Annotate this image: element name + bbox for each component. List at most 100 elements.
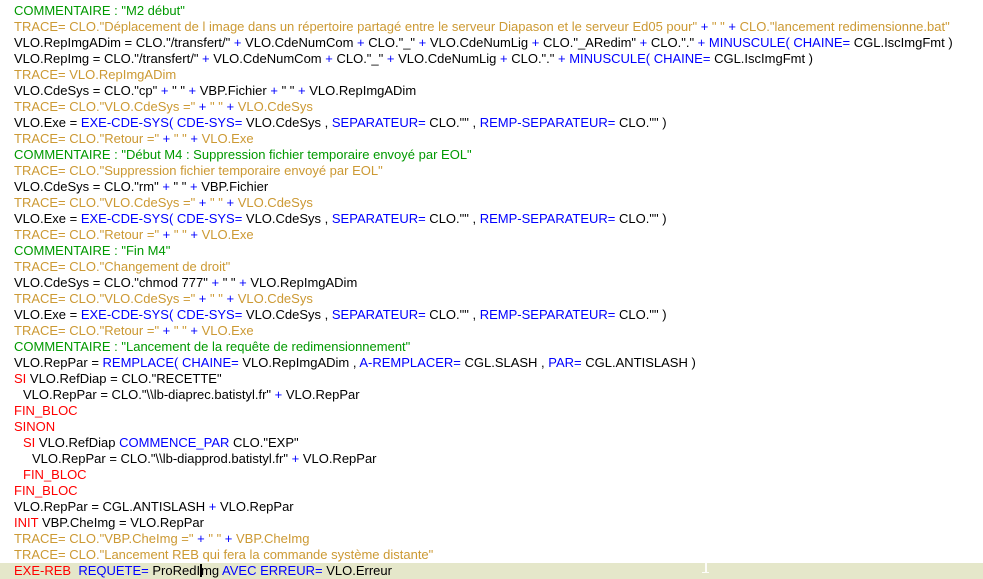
code-token: TRACE= CLO."Lancement REB qui fera la co… bbox=[14, 547, 433, 562]
code-line[interactable]: TRACE= CLO."VBP.CheImg =" + " " + VBP.Ch… bbox=[0, 531, 983, 547]
code-line[interactable]: VLO.RepPar = CLO."\\lb-diaprec.batistyl.… bbox=[0, 387, 983, 403]
code-token: VLO.CdeSys bbox=[238, 99, 313, 114]
code-line[interactable]: TRACE= VLO.RepImgADim bbox=[0, 67, 983, 83]
code-token: VLO.RepPar = CLO."\\lb-diapprod.batistyl… bbox=[32, 451, 288, 466]
code-token: CLO."" , bbox=[426, 307, 480, 322]
code-line[interactable]: TRACE= CLO."Lancement REB qui fera la co… bbox=[0, 547, 983, 563]
code-token: CLO."_ARedim" bbox=[543, 35, 636, 50]
code-token: VLO.CdeSys , bbox=[242, 307, 332, 322]
code-line[interactable]: FIN_BLOC bbox=[0, 403, 983, 419]
code-line[interactable]: TRACE= CLO."Retour =" + " " + VLO.Exe bbox=[0, 227, 983, 243]
code-token: VLO.CdeSys bbox=[238, 195, 313, 210]
code-token: VLO.RepImg = CLO."/transfert/" bbox=[14, 51, 198, 66]
code-token: A-REMPLACER= bbox=[359, 355, 461, 370]
code-token: CGL.SLASH , bbox=[461, 355, 548, 370]
code-line[interactable]: VLO.RepPar = REMPLACE( CHAINE= VLO.RepIm… bbox=[0, 355, 983, 371]
code-token: + bbox=[195, 291, 210, 306]
code-line[interactable]: TRACE= CLO."Déplacement de l image dans … bbox=[0, 19, 983, 35]
code-line[interactable]: VLO.CdeSys = CLO."rm" + " " + VBP.Fichie… bbox=[0, 179, 983, 195]
code-token: REMPLACE( CHAINE= bbox=[103, 355, 239, 370]
code-token: + bbox=[496, 51, 511, 66]
code-token: + bbox=[159, 227, 174, 242]
code-line[interactable]: VLO.RepImg = CLO."/transfert/" + VLO.Cde… bbox=[0, 51, 983, 67]
code-token: SI bbox=[23, 435, 35, 450]
code-token: + bbox=[288, 451, 303, 466]
code-token: " " bbox=[174, 227, 187, 242]
code-token: " " bbox=[174, 323, 187, 338]
code-line[interactable]: VLO.RepPar = CLO."\\lb-diapprod.batistyl… bbox=[0, 451, 983, 467]
code-token: + bbox=[221, 531, 236, 546]
code-line[interactable]: FIN_BLOC bbox=[0, 483, 983, 499]
code-token: SINON bbox=[14, 419, 55, 434]
code-token: EXE-CDE-SYS( CDE-SYS= bbox=[81, 211, 242, 226]
code-token: VLO.RepImgADim bbox=[250, 275, 357, 290]
code-line[interactable]: TRACE= CLO."Retour =" + " " + VLO.Exe bbox=[0, 323, 983, 339]
code-line[interactable]: VLO.Exe = EXE-CDE-SYS( CDE-SYS= VLO.CdeS… bbox=[0, 307, 983, 323]
code-token: + bbox=[185, 83, 200, 98]
code-token: + bbox=[322, 51, 337, 66]
code-token: + bbox=[159, 179, 174, 194]
code-token: TRACE= CLO."Retour =" bbox=[14, 131, 159, 146]
code-line-current[interactable]: EXE-REB REQUETE= ProRedImg AVEC ERREUR= … bbox=[0, 563, 983, 579]
code-token: CLO."" , bbox=[426, 211, 480, 226]
code-line[interactable]: VLO.RepImgADim = CLO."/transfert/" + VLO… bbox=[0, 35, 983, 51]
code-line[interactable]: VLO.Exe = EXE-CDE-SYS( CDE-SYS= VLO.CdeS… bbox=[0, 115, 983, 131]
code-line[interactable]: TRACE= CLO."Suppression fichier temporai… bbox=[0, 163, 983, 179]
code-token: TRACE= CLO."VLO.CdeSys =" bbox=[14, 99, 195, 114]
code-token: VBP.Fichier bbox=[200, 83, 267, 98]
code-token: FIN_BLOC bbox=[14, 483, 78, 498]
code-line[interactable]: TRACE= CLO."VLO.CdeSys =" + " " + VLO.Cd… bbox=[0, 195, 983, 211]
code-line[interactable]: VLO.RepPar = CGL.ANTISLASH + VLO.RepPar bbox=[0, 499, 983, 515]
code-token: VLO.Exe = bbox=[14, 211, 81, 226]
code-token: REMP-SEPARATEUR= bbox=[480, 115, 616, 130]
code-token: CGL.IscImgFmt ) bbox=[850, 35, 953, 50]
code-token: + bbox=[187, 227, 202, 242]
code-token: TRACE= CLO."Retour =" bbox=[14, 323, 159, 338]
code-line[interactable]: TRACE= CLO."Retour =" + " " + VLO.Exe bbox=[0, 131, 983, 147]
code-token: + bbox=[159, 323, 174, 338]
code-line[interactable]: VLO.CdeSys = CLO."cp" + " " + VBP.Fichie… bbox=[0, 83, 983, 99]
code-token: + bbox=[636, 35, 651, 50]
code-token: + bbox=[198, 51, 213, 66]
code-token: + bbox=[236, 275, 251, 290]
code-token: VLO.CdeSys = CLO."chmod 777" bbox=[14, 275, 208, 290]
code-token: EXE-CDE-SYS( CDE-SYS= bbox=[81, 115, 242, 130]
code-token: CLO."." bbox=[511, 51, 554, 66]
code-line[interactable]: VLO.CdeSys = CLO."chmod 777" + " " + VLO… bbox=[0, 275, 983, 291]
code-token: TRACE= CLO."Retour =" bbox=[14, 227, 159, 242]
code-token: + bbox=[208, 275, 223, 290]
code-line[interactable]: INIT VBP.CheImg = VLO.RepPar bbox=[0, 515, 983, 531]
code-token: + bbox=[271, 387, 286, 402]
code-token: + bbox=[195, 195, 210, 210]
code-token: SEPARATEUR= bbox=[332, 115, 426, 130]
code-line[interactable]: SI VLO.RefDiap = CLO."RECETTE" bbox=[0, 371, 983, 387]
code-editor[interactable]: COMMENTAIRE : "M2 début"TRACE= CLO."Dépl… bbox=[0, 0, 983, 579]
code-token: VLO.Exe = bbox=[14, 307, 81, 322]
code-token: TRACE= CLO."VBP.CheImg =" bbox=[14, 531, 194, 546]
code-token: REQUETE= bbox=[78, 563, 148, 578]
code-line[interactable]: COMMENTAIRE : "Lancement de la requête d… bbox=[0, 339, 983, 355]
code-token: CLO."." bbox=[651, 35, 694, 50]
code-line[interactable]: SI VLO.RefDiap COMMENCE_PAR CLO."EXP" bbox=[0, 435, 983, 451]
code-token: + bbox=[725, 19, 740, 34]
code-token: VLO.CdeNumLig bbox=[430, 35, 528, 50]
code-token: SEPARATEUR= bbox=[332, 211, 426, 226]
code-line[interactable]: TRACE= CLO."VLO.CdeSys =" + " " + VLO.Cd… bbox=[0, 99, 983, 115]
code-token: VBP.CheImg = VLO.RepPar bbox=[38, 515, 204, 530]
code-token: TRACE= CLO."VLO.CdeSys =" bbox=[14, 195, 195, 210]
code-token: + bbox=[205, 499, 220, 514]
code-line[interactable]: TRACE= CLO."VLO.CdeSys =" + " " + VLO.Cd… bbox=[0, 291, 983, 307]
code-line[interactable]: COMMENTAIRE : "M2 début" bbox=[0, 3, 983, 19]
code-line[interactable]: FIN_BLOC bbox=[0, 467, 983, 483]
code-token: " " bbox=[174, 131, 187, 146]
code-line[interactable]: COMMENTAIRE : "Fin M4" bbox=[0, 243, 983, 259]
code-line[interactable]: COMMENTAIRE : "Début M4 : Suppression fi… bbox=[0, 147, 983, 163]
code-line[interactable]: SINON bbox=[0, 419, 983, 435]
code-token: VLO.CdeSys , bbox=[242, 211, 332, 226]
code-line[interactable]: TRACE= CLO."Changement de droit" bbox=[0, 259, 983, 275]
code-token: INIT bbox=[14, 515, 38, 530]
code-line[interactable]: VLO.Exe = EXE-CDE-SYS( CDE-SYS= VLO.CdeS… bbox=[0, 211, 983, 227]
code-token: + bbox=[195, 99, 210, 114]
code-token: VLO.RepImgADim bbox=[309, 83, 416, 98]
code-token: + MINUSCULE( CHAINE= bbox=[694, 35, 850, 50]
